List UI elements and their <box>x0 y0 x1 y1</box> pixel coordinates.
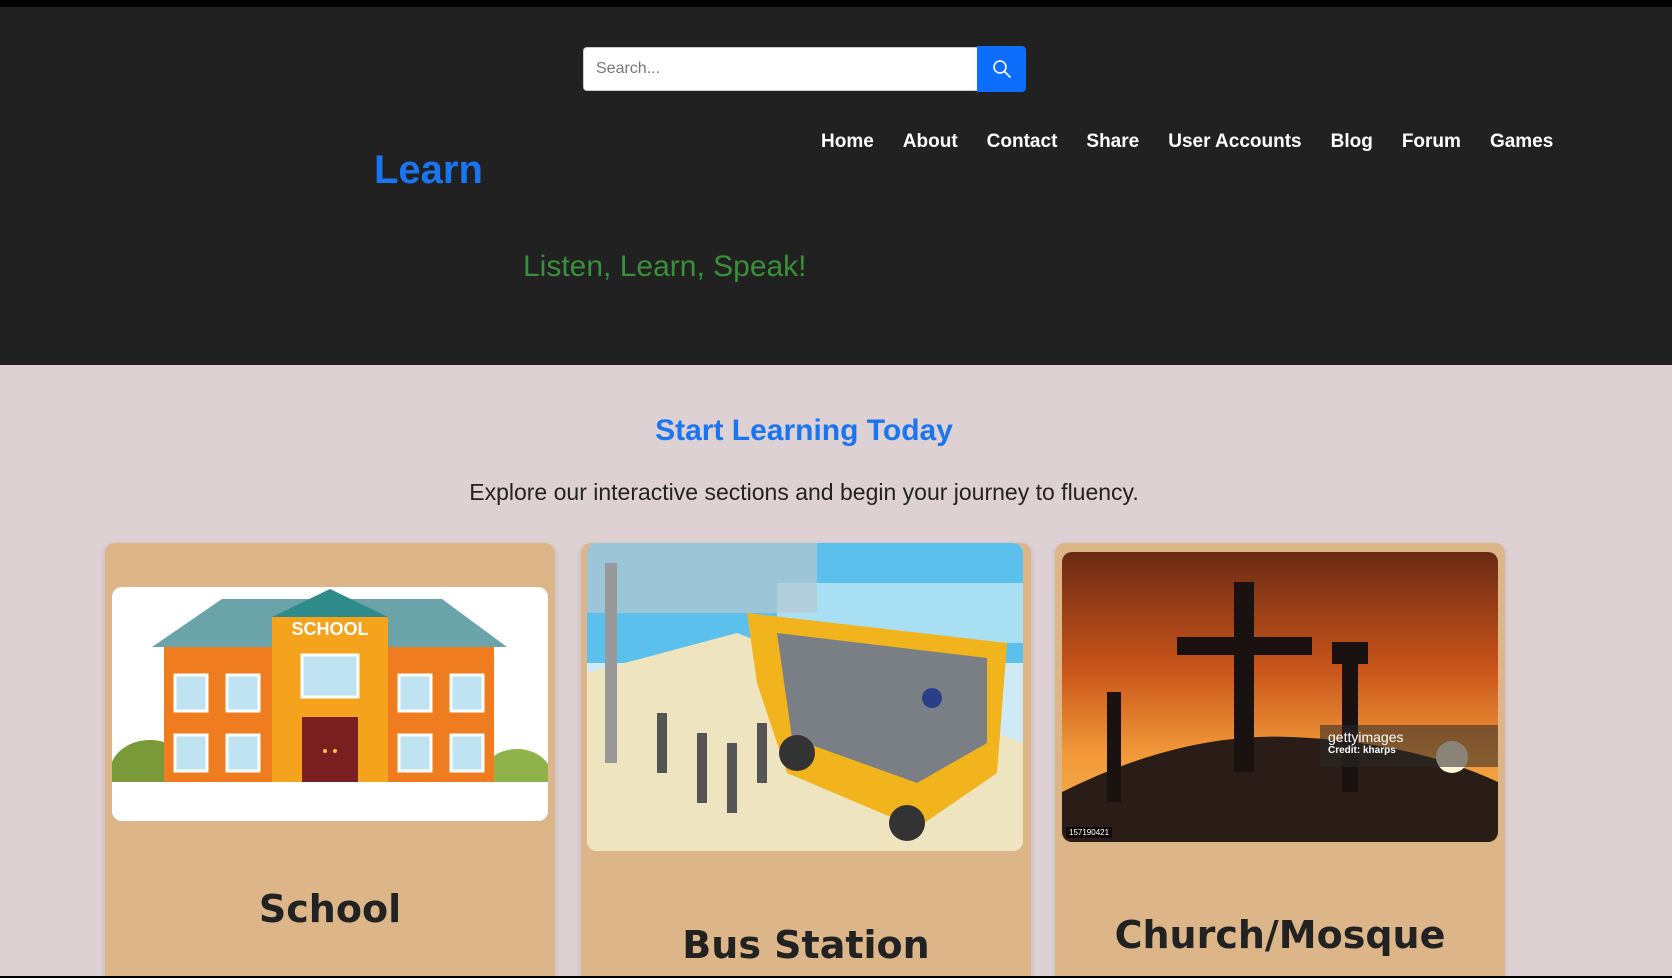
site-logo-text[interactable]: Learn <box>374 148 483 193</box>
school-sign: SCHOOL <box>291 619 368 639</box>
nav-contact[interactable]: Contact <box>987 131 1058 153</box>
search-icon <box>992 60 1011 78</box>
search-button[interactable] <box>977 46 1026 92</box>
card-school-title: School <box>258 887 402 931</box>
nav-blog[interactable]: Blog <box>1331 131 1373 153</box>
site-header: Learn Home About Contact Share User Acco… <box>0 7 1672 365</box>
tagline: Listen, Learn, Speak! <box>523 250 807 283</box>
nav-forum[interactable]: Forum <box>1402 131 1461 153</box>
card-church-mosque-title: Church/Mosque <box>1114 913 1446 957</box>
search-input[interactable] <box>583 47 977 91</box>
page-viewport: Learn Home About Contact Share User Acco… <box>0 7 1672 976</box>
main-nav: Home About Contact Share User Accounts B… <box>821 131 1553 153</box>
card-church-mosque[interactable]: gettyimages Credit: kharps 157190421 Chu… <box>1055 543 1505 976</box>
nav-about[interactable]: About <box>903 131 958 153</box>
image-id-label: 157190421 <box>1066 827 1113 838</box>
search-bar <box>583 46 1026 92</box>
nav-home[interactable]: Home <box>821 131 874 153</box>
section-title: Start Learning Today <box>655 414 953 447</box>
card-bus-station[interactable]: Bus Station <box>581 543 1031 976</box>
card-school[interactable]: SCHOOL School <box>105 543 555 976</box>
bus-station-image <box>587 543 1023 851</box>
school-image: SCHOOL <box>112 587 548 821</box>
nav-share[interactable]: Share <box>1086 131 1139 153</box>
nav-user-accounts[interactable]: User Accounts <box>1168 131 1301 153</box>
card-bus-station-title: Bus Station <box>682 923 930 967</box>
church-mosque-image: gettyimages Credit: kharps 157190421 <box>1062 552 1498 842</box>
getty-watermark: gettyimages Credit: kharps <box>1320 725 1498 767</box>
nav-games[interactable]: Games <box>1490 131 1553 153</box>
section-subtitle: Explore our interactive sections and beg… <box>469 479 1139 505</box>
